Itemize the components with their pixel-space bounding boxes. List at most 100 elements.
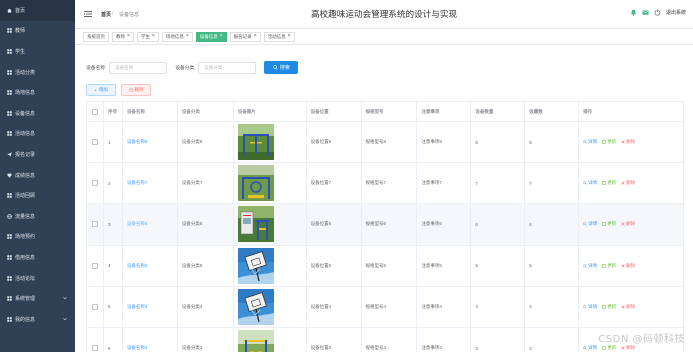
table-row[interactable]: 5 设备名称4 设备分类4 设备位置4 规格型号4 注意事项4 4 4 详情 更新 删除 [86, 286, 684, 328]
device-photo[interactable] [237, 288, 274, 325]
sidebar-item[interactable]: 报名记录 [0, 144, 75, 165]
row-actions: 详情 更新 删除 [579, 204, 684, 245]
mail-icon[interactable] [642, 9, 649, 16]
delete-button[interactable]: 删除 [621, 345, 635, 351]
edit-button-label: 更新 [607, 139, 617, 145]
sidebar-item[interactable]: 教师 [0, 21, 75, 42]
search-icon [583, 346, 588, 350]
detail-button[interactable]: 详情 [583, 180, 597, 186]
sidebar-item[interactable]: 首页 [0, 0, 75, 21]
close-icon[interactable]: × [152, 34, 155, 39]
close-icon[interactable]: × [288, 34, 291, 39]
sidebar-item-label: 借用信息 [15, 254, 36, 261]
delete-button[interactable]: 删除 [621, 221, 635, 227]
add-button-label: 增加 [98, 87, 108, 92]
close-icon[interactable]: × [220, 34, 223, 39]
detail-button[interactable]: 详情 [583, 139, 597, 145]
diamond-icon [7, 173, 12, 178]
tab[interactable]: 报名记录 × [229, 31, 261, 42]
sidebar-item[interactable]: 借用信息 [0, 247, 75, 268]
delete-button[interactable]: 删除 [621, 139, 635, 145]
delete-button-label: 删除 [626, 262, 636, 268]
add-button[interactable]: + 增加 [86, 84, 116, 96]
select-all-checkbox[interactable] [91, 108, 98, 115]
row-checkbox[interactable] [91, 180, 98, 187]
sidebar-item[interactable]: 系统管理 [0, 288, 75, 309]
col-index-header: 序号 [104, 102, 123, 121]
close-icon[interactable]: × [127, 34, 130, 39]
tab-label: 教师 [116, 33, 125, 39]
row-checkbox[interactable] [91, 303, 98, 310]
batch-delete-button[interactable]: 删除 [121, 84, 151, 96]
table-row[interactable]: 1 设备名称8 设备分类8 设备位置8 规格型号8 注意事项8 8 8 详情 更新 删除 [86, 122, 684, 164]
device-photo[interactable] [237, 206, 274, 243]
search-button[interactable]: 搜索 [264, 61, 299, 74]
detail-button[interactable]: 详情 [583, 221, 597, 227]
row-checkbox[interactable] [91, 345, 98, 352]
edit-button-label: 更新 [607, 262, 617, 268]
row-select-cell [87, 327, 104, 352]
tab[interactable]: 系统首页 [83, 31, 109, 42]
grid-icon [7, 90, 12, 95]
tab[interactable]: 学生 × [136, 31, 159, 42]
device-favorites: 6 [525, 204, 580, 245]
delete-button[interactable]: 删除 [621, 263, 635, 269]
edit-button[interactable]: 更新 [602, 263, 616, 269]
sidebar-item[interactable]: 场地预约 [0, 227, 75, 248]
edit-button[interactable]: 更新 [602, 221, 616, 227]
device-quantity: 8 [471, 122, 526, 163]
sidebar-item[interactable]: 活动分类 [0, 62, 75, 83]
sidebar-item[interactable]: 场地信息 [0, 82, 75, 103]
header-actions: 退出系统 [630, 9, 686, 16]
close-icon [621, 346, 625, 350]
row-checkbox[interactable] [91, 262, 98, 269]
device-favorites: 3 [525, 327, 580, 352]
search-form: 设备名称 设备名称 设备分类 设备分类 搜索 [86, 61, 299, 74]
detail-button[interactable]: 详情 [583, 345, 597, 351]
bell-icon[interactable] [630, 9, 637, 16]
tab[interactable]: 活动信息 × [263, 31, 295, 42]
sidebar-item[interactable]: 活动回顾 [0, 185, 75, 206]
close-icon [621, 305, 625, 309]
table-row[interactable]: 2 设备名称7 设备分类7 设备位置7 规格型号7 注意事项7 7 7 详情 更新 删除 [86, 163, 684, 205]
edit-button[interactable]: 更新 [602, 345, 616, 351]
table-row[interactable]: 3 设备名称6 设备分类6 设备位置6 规格型号6 注意事项6 6 6 详情 更新 删除 [86, 204, 684, 246]
tab[interactable]: 设备信息 × [195, 31, 227, 42]
delete-button[interactable]: 删除 [621, 180, 635, 186]
edit-button[interactable]: 更新 [602, 139, 616, 145]
device-photo[interactable] [237, 330, 274, 352]
batch-delete-label: 删除 [134, 87, 144, 92]
col-quantity-header: 设备数量 [471, 102, 526, 121]
sidebar-item[interactable]: 设备信息 [0, 103, 75, 124]
close-icon[interactable]: × [254, 34, 257, 39]
device-photo[interactable] [237, 124, 274, 161]
col-image-header: 设备图片 [234, 102, 307, 121]
table-row[interactable]: 6 设备名称3 设备分类3 设备位置3 规格型号3 注意事项3 3 3 详情 更新 删除 [86, 327, 684, 352]
sidebar-item[interactable]: 学生 [0, 41, 75, 62]
close-icon [621, 181, 625, 185]
detail-button[interactable]: 详情 [583, 304, 597, 310]
delete-button[interactable]: 删除 [621, 304, 635, 310]
device-photo[interactable] [237, 247, 274, 284]
device-type-input[interactable]: 设备分类 [198, 61, 257, 74]
sidebar-item[interactable]: 我的信息 [0, 309, 75, 330]
close-icon[interactable]: × [186, 34, 189, 39]
sidebar-item[interactable]: 流量信息 [0, 206, 75, 227]
search-icon [273, 65, 278, 70]
sidebar-item[interactable]: 成绩信息 [0, 165, 75, 186]
row-checkbox[interactable] [91, 221, 98, 228]
tab[interactable]: 教师 × [112, 31, 134, 42]
table-row[interactable]: 4 设备名称5 设备分类5 设备位置5 规格型号5 注意事项5 5 5 详情 更新 删除 [86, 245, 684, 287]
sidebar-item[interactable]: 活动论坛 [0, 268, 75, 289]
device-name-input[interactable]: 设备名称 [109, 61, 168, 74]
logout-link[interactable]: 退出系统 [666, 9, 686, 16]
edit-button[interactable]: 更新 [602, 304, 616, 310]
sidebar-item[interactable]: 活动信息 [0, 124, 75, 145]
row-checkbox[interactable] [91, 139, 98, 146]
detail-button[interactable]: 详情 [583, 263, 597, 269]
power-icon[interactable] [654, 9, 661, 16]
device-photo[interactable] [237, 165, 274, 202]
tab[interactable]: 场地信息 × [161, 31, 193, 42]
edit-button[interactable]: 更新 [602, 180, 616, 186]
device-position: 设备位置6 [307, 204, 362, 245]
